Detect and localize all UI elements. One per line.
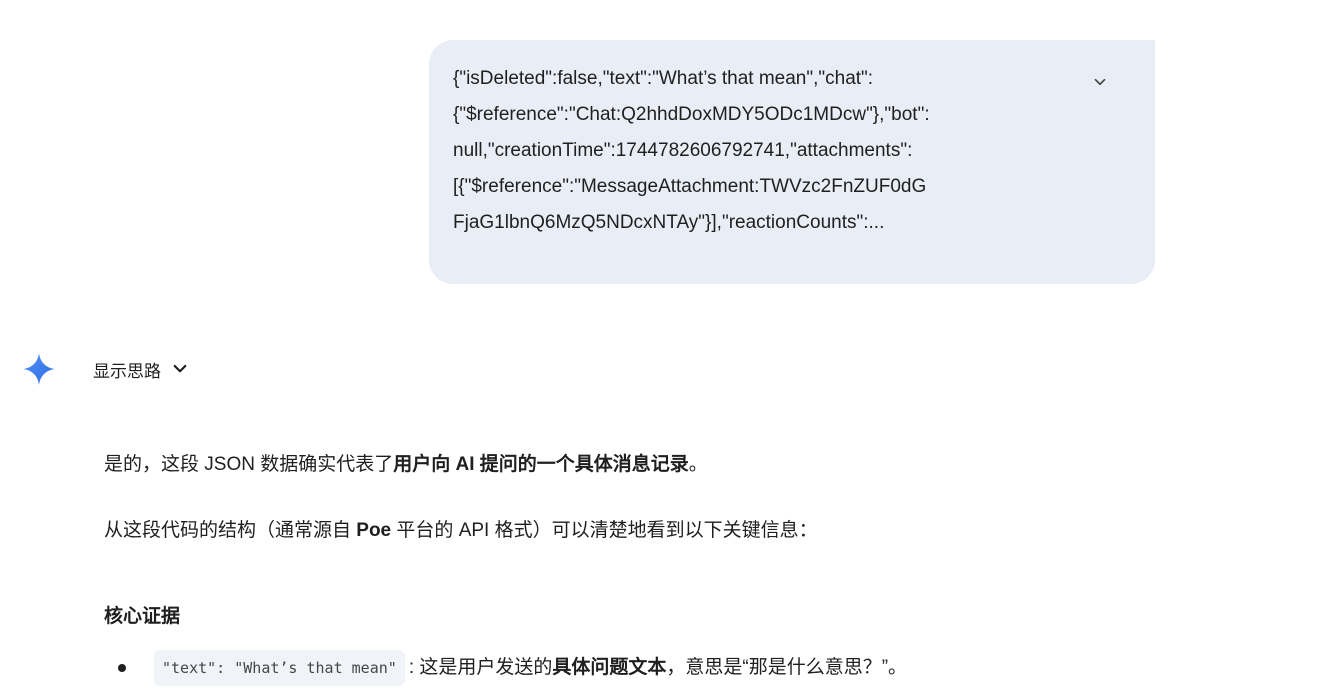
bullet-dot [118,664,126,672]
response-paragraph-1: 是的，这段 JSON 数据确实代表了用户向 AI 提问的一个具体消息记录。 [104,454,708,475]
show-thoughts-label: 显示思路 [93,361,161,381]
chevron-down-icon [1094,78,1106,86]
section-heading: 核心证据 [104,606,181,627]
show-thoughts-toggle[interactable]: 显示思路 [93,356,189,382]
expand-message-button[interactable] [1088,70,1112,94]
user-message-text: {"isDeleted":false,"text":"What’s that m… [453,68,930,233]
list-item: "text": "What’s that mean" : 这是用户发送的 具体问题… [118,650,907,686]
chevron-down-icon [173,364,187,373]
response-paragraph-2: 从这段代码的结构（通常源自 Poe 平台的 API 格式）可以清楚地看到以下关键… [104,520,818,541]
inline-code: "text": "What’s that mean" [154,650,405,686]
gemini-sparkle-icon [23,353,55,385]
user-message-bubble: {"isDeleted":false,"text":"What’s that m… [429,40,1155,284]
